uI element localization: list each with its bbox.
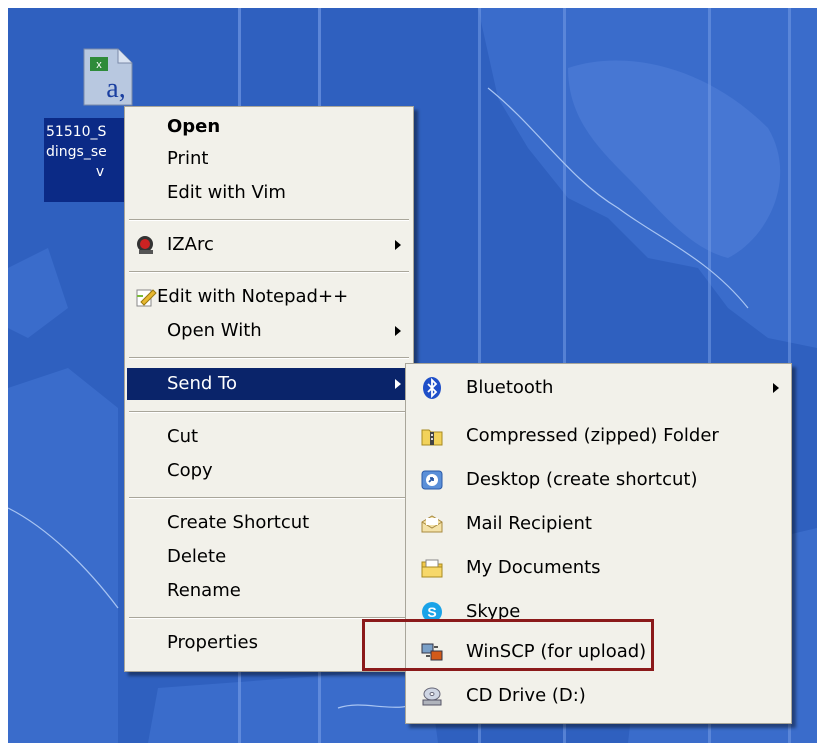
notepadpp-icon (136, 289, 157, 307)
mail-icon (421, 515, 443, 533)
menu-item-send-to[interactable]: Send To (127, 368, 411, 400)
sendto-item-compressed-folder[interactable]: Compressed (zipped) Folder (408, 420, 789, 452)
menu-item-delete[interactable]: Delete (127, 541, 411, 573)
menu-item-edit-with-vim[interactable]: Edit with Vim (127, 177, 411, 209)
submenu-arrow-icon (773, 383, 779, 393)
menu-item-rename[interactable]: Rename (127, 575, 411, 607)
menu-item-open-with[interactable]: Open With (127, 315, 411, 347)
svg-text:a,: a, (106, 73, 125, 104)
menu-separator (129, 219, 409, 221)
submenu-arrow-icon (395, 379, 401, 389)
zip-folder-icon (421, 429, 443, 446)
svg-text:S: S (427, 604, 436, 620)
sendto-item-desktop-shortcut[interactable]: Desktop (create shortcut) (408, 464, 789, 496)
menu-separator (129, 357, 409, 359)
menu-item-izarc[interactable]: IZArc (127, 229, 411, 261)
menu-separator (129, 411, 409, 413)
menu-item-open[interactable]: Open (127, 111, 411, 143)
submenu-arrow-icon (395, 240, 401, 250)
context-menu: Open Print Edit with Vim IZArc Edit with… (124, 106, 414, 672)
menu-item-create-shortcut[interactable]: Create Shortcut (127, 507, 411, 539)
bluetooth-icon (423, 377, 441, 399)
sendto-item-bluetooth[interactable]: Bluetooth (408, 372, 789, 404)
svg-text:x: x (96, 59, 102, 71)
menu-item-print[interactable]: Print (127, 143, 411, 175)
menu-separator (129, 497, 409, 499)
menu-item-copy[interactable]: Copy (127, 455, 411, 487)
text-file-icon[interactable]: x a, (76, 45, 140, 109)
sendto-item-mail-recipient[interactable]: Mail Recipient (408, 508, 789, 540)
menu-separator (129, 271, 409, 273)
annotation-highlight-box (362, 619, 654, 671)
izarc-icon (137, 236, 153, 254)
submenu-arrow-icon (395, 326, 401, 336)
sendto-item-cd-drive[interactable]: CD Drive (D:) (408, 680, 789, 712)
desktop-shortcut-icon (421, 470, 443, 490)
cd-drive-icon (422, 687, 442, 706)
menu-item-cut[interactable]: Cut (127, 421, 411, 453)
my-documents-icon (421, 559, 443, 578)
sendto-item-my-documents[interactable]: My Documents (408, 552, 789, 584)
menu-item-edit-with-notepadpp[interactable]: Edit with Notepad++ (127, 281, 411, 313)
